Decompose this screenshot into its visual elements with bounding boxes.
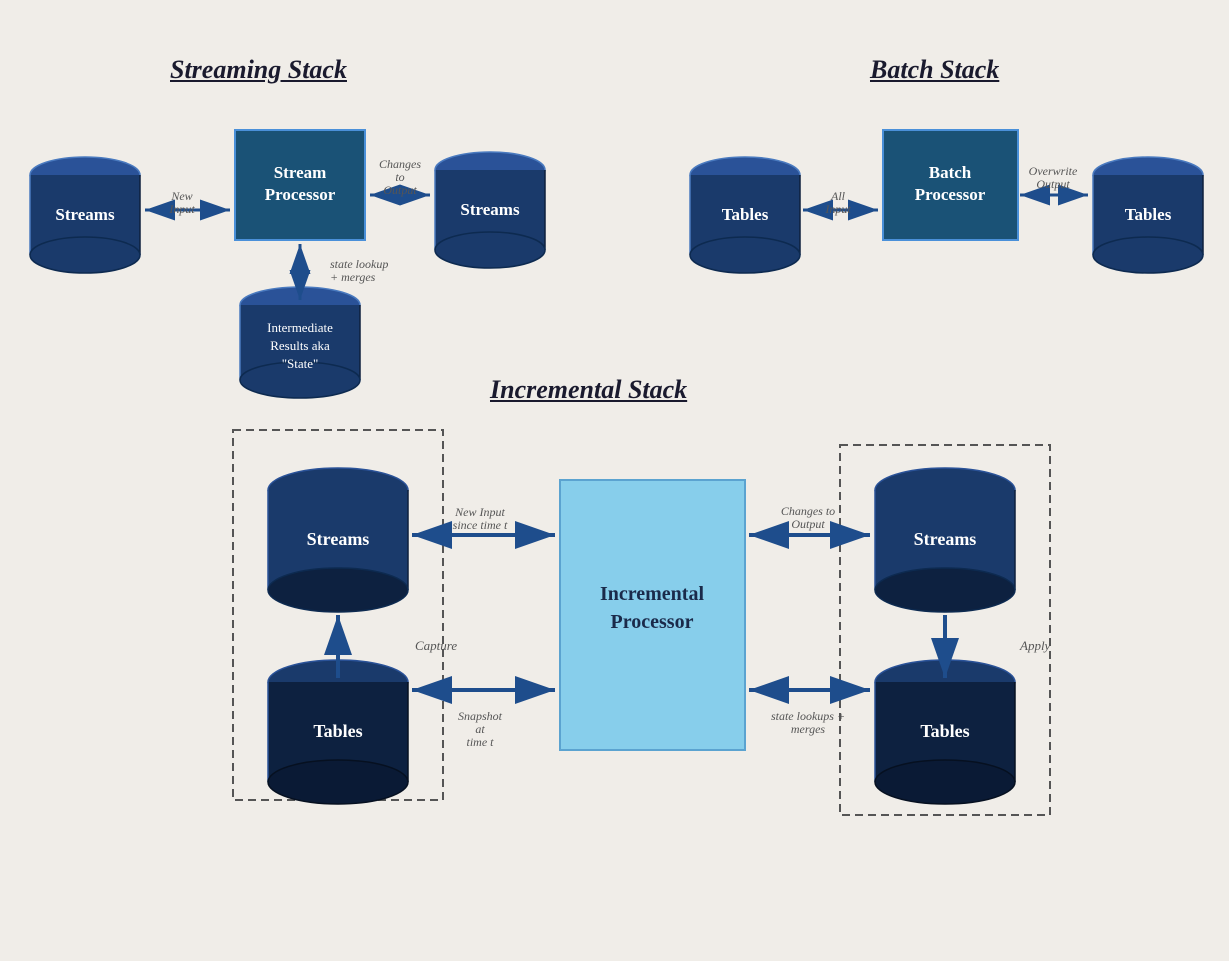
svg-text:state lookup: state lookup: [330, 257, 388, 271]
svg-text:Streams: Streams: [307, 529, 370, 549]
svg-text:Results aka: Results aka: [270, 338, 330, 353]
svg-text:Streams: Streams: [55, 205, 115, 224]
svg-text:at: at: [475, 722, 485, 736]
svg-text:Tables: Tables: [722, 205, 769, 224]
svg-text:Capture: Capture: [415, 638, 457, 653]
svg-text:All: All: [830, 189, 846, 203]
svg-text:Intermediate: Intermediate: [267, 320, 333, 335]
svg-text:Changes: Changes: [379, 157, 421, 171]
svg-text:Apply: Apply: [1019, 638, 1051, 653]
svg-text:merges: merges: [791, 722, 826, 736]
svg-text:Tables: Tables: [1125, 205, 1172, 224]
svg-text:Input: Input: [824, 202, 851, 216]
svg-text:New: New: [170, 189, 192, 203]
svg-text:Changes to: Changes to: [781, 504, 835, 518]
svg-text:to: to: [395, 170, 404, 184]
svg-text:Streams: Streams: [914, 529, 977, 549]
svg-text:Processor: Processor: [265, 185, 336, 204]
svg-text:"State": "State": [282, 356, 319, 371]
svg-text:Streams: Streams: [460, 200, 520, 219]
svg-text:Overwrite: Overwrite: [1029, 164, 1078, 178]
streaming-stack-title: Streaming Stack: [170, 55, 347, 85]
svg-text:New Input: New Input: [454, 505, 505, 519]
svg-text:time t: time t: [467, 735, 495, 749]
svg-text:Input: Input: [168, 202, 195, 216]
svg-text:Snapshot: Snapshot: [458, 709, 503, 723]
svg-text:Processor: Processor: [915, 185, 986, 204]
svg-text:Stream: Stream: [274, 163, 327, 182]
svg-text:Batch: Batch: [929, 163, 972, 182]
svg-text:Tables: Tables: [920, 721, 969, 741]
svg-text:since time t: since time t: [453, 518, 508, 532]
diagram-container: Streaming Stack Batch Stack Incremental …: [0, 0, 1229, 961]
svg-text:state lookups +: state lookups +: [771, 709, 845, 723]
incremental-stack-title: Incremental Stack: [490, 375, 687, 405]
svg-text:Incremental: Incremental: [600, 583, 704, 605]
svg-text:Processor: Processor: [611, 611, 694, 633]
svg-text:+ merges: + merges: [330, 270, 376, 284]
svg-text:Output: Output: [1036, 177, 1070, 191]
svg-text:Tables: Tables: [313, 721, 362, 741]
svg-text:Output: Output: [791, 517, 825, 531]
batch-stack-title: Batch Stack: [870, 55, 999, 85]
svg-text:Output: Output: [383, 183, 417, 197]
